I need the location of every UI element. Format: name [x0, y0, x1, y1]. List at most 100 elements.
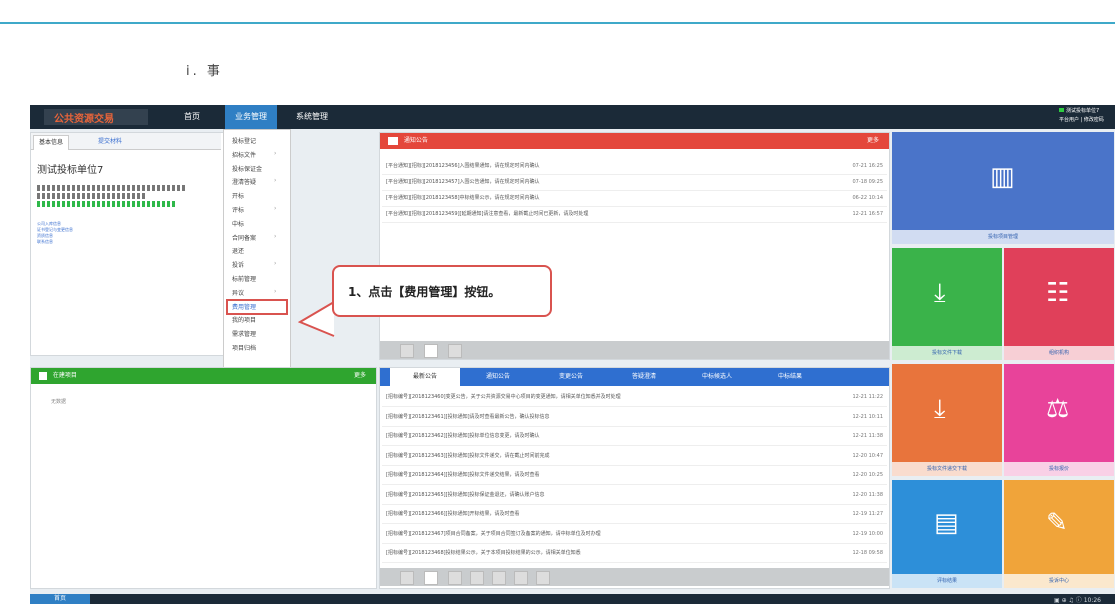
list-icon	[388, 136, 398, 145]
menu-item[interactable]: 开标	[232, 191, 244, 200]
pager-page[interactable]	[424, 571, 438, 585]
notice-row-text[interactable]: [平台通知][招标][2018123457]入围公告通知，请在规定时间内确认	[386, 175, 540, 189]
callout-text: 1、点击【费用管理】按钮。	[348, 285, 501, 299]
company-links[interactable]: 公司入库信息 证书登记与变更信息 资质信息 联系信息	[37, 221, 73, 245]
message-row-time: 12-19 11:27	[852, 511, 883, 517]
chevron-right-icon: ›	[274, 149, 277, 157]
project-title: 在建项目	[52, 372, 77, 379]
company-name: 测试投标单位7	[37, 165, 104, 176]
project-more-link[interactable]: 更多	[354, 368, 366, 384]
notice-header: 通知公告 更多	[380, 133, 889, 149]
message-row-text[interactable]: [招标编号][2018123461][投标通知]请及时查看最新公告，确认投标信息	[386, 410, 550, 424]
menu-item[interactable]: 中标	[232, 219, 244, 228]
pager-page[interactable]	[470, 571, 484, 585]
tab-2[interactable]: 变更公告	[536, 368, 606, 386]
menu-item[interactable]: 异议	[232, 288, 244, 297]
system-tray: ▣ ⊕ ♫ ⓘ 10:26	[1054, 597, 1101, 604]
tab-5[interactable]: 中标结果	[755, 368, 825, 386]
notice-title: 通知公告	[403, 137, 428, 144]
tab-1[interactable]: 通知公告	[463, 368, 533, 386]
chevron-right-icon: ›	[274, 287, 277, 295]
start-button[interactable]: 首页	[30, 594, 90, 604]
tile-label: 评标结果	[892, 574, 1002, 588]
message-row-text[interactable]: [招标编号][2018123468]投标结果公示，关于本项目投标结果的公示，请相…	[386, 546, 581, 560]
tab-materials[interactable]: 提交材料	[75, 135, 145, 149]
message-row-time: 12-20 11:38	[852, 491, 883, 498]
pager-next[interactable]	[448, 344, 462, 358]
notice-row-time: 07-18 09:25	[852, 179, 883, 185]
empty-text: 无数据	[51, 399, 67, 405]
pager-page[interactable]	[492, 571, 506, 585]
message-row-time: 12-21 11:38	[852, 433, 883, 439]
step-title: ⅰ. 事	[186, 64, 223, 79]
message-row-time: 12-21 11:22	[852, 394, 883, 400]
tile-1[interactable]: ⤓ 投标文件下载	[892, 248, 1002, 360]
row-divider	[382, 523, 887, 524]
link-item[interactable]: 联系信息	[37, 239, 73, 245]
download-icon: ⤓	[934, 394, 946, 424]
row-divider	[382, 445, 887, 446]
menu-item[interactable]: 招标文件	[232, 150, 256, 159]
notice-row-text[interactable]: [平台通知][招标][2018123456]入围结果通知，请在规定时间内确认	[386, 159, 540, 173]
menu-item[interactable]: 我的项目	[232, 315, 256, 324]
chevron-right-icon: ›	[274, 205, 277, 212]
chevron-right-icon: ›	[274, 260, 277, 268]
nav-business[interactable]: 业务管理	[225, 105, 277, 129]
download-icon: ⤓	[934, 278, 946, 308]
menu-item[interactable]: 投诉	[232, 260, 244, 269]
pager-prev[interactable]	[400, 571, 414, 585]
tile-4[interactable]: ⚖ 投标报价	[1004, 364, 1114, 476]
pager-prev[interactable]	[400, 344, 414, 358]
tab-basic[interactable]: 基本信息	[33, 135, 69, 150]
notice-row-text[interactable]: [平台通知][招标][2018123459][延期通知]请注意查看，最新截止时间…	[386, 207, 588, 221]
message-row-text[interactable]: [招标编号][2018123467]项目合同备案，关于项目合同签订及备案的通知，…	[386, 527, 601, 541]
menu-item[interactable]: 合同备案	[232, 233, 256, 242]
pager-page[interactable]	[448, 571, 462, 585]
menu-item[interactable]: 需求管理	[232, 329, 256, 338]
menu-item[interactable]: 项目归档	[232, 343, 256, 352]
tile-0[interactable]: ▥ 投标项目管理	[892, 132, 1114, 244]
message-row-text[interactable]: [招标编号][2018123464][投标通知]投标文件递交结果，请及时查看	[386, 468, 540, 482]
menu-item[interactable]: 退还	[232, 246, 244, 255]
notice-row-text[interactable]: [平台通知][招标][2018123458]中标结果公示，请在规定时间内确认	[386, 191, 540, 205]
user-name: 测试投标单位7	[1066, 108, 1100, 114]
org-icon: ☷	[1046, 278, 1070, 308]
menu-item[interactable]: 投标登记	[232, 136, 256, 145]
message-row-time: 12-19 10:00	[852, 530, 883, 537]
notice-pager	[380, 341, 889, 359]
info-line	[37, 185, 187, 191]
message-row-text[interactable]: [招标编号][2018123462][投标通知]投标单位信息变更，请及时确认	[386, 429, 540, 443]
tile-6[interactable]: ✎ 投诉中心	[1004, 480, 1114, 588]
tile-2[interactable]: ☷ 组织机构	[1004, 248, 1114, 360]
menu-item[interactable]: 评标	[232, 205, 244, 214]
edit-icon: ✎	[1046, 508, 1068, 538]
message-row-text[interactable]: [招标编号][2018123460]变更公告，关于公共资源交易中心项目的变更通知…	[386, 390, 621, 404]
menu-item[interactable]: 澄清答疑	[232, 177, 256, 186]
pager-next[interactable]	[536, 571, 550, 585]
message-row-time: 12-20 10:47	[852, 452, 883, 459]
notice-more-link[interactable]: 更多	[867, 133, 879, 149]
message-row-text[interactable]: [招标编号][2018123465][投标通知]投标保证金退还，请确认账户信息	[386, 488, 545, 502]
user-links: 平台用户 | 修改密码	[1059, 117, 1104, 123]
tile-label: 投标文件下载	[892, 346, 1002, 360]
message-row-text[interactable]: [招标编号][2018123463][投标通知]投标文件递交，请在截止时间前完成	[386, 449, 550, 463]
tab-4[interactable]: 中标候选人	[682, 368, 752, 386]
notice-row-time: 07-21 16:25	[852, 163, 883, 169]
menu-item[interactable]: 投标保证金	[232, 164, 262, 173]
tile-3[interactable]: ⤓ 投标文件递交下载	[892, 364, 1002, 476]
menu-item[interactable]: 标前管理	[232, 274, 256, 283]
chevron-right-icon: ›	[274, 232, 277, 240]
logo-text: 公共资源交易	[54, 114, 114, 125]
nav-home[interactable]: 首页	[170, 105, 214, 129]
pager-page[interactable]	[424, 344, 438, 358]
pager-page[interactable]	[514, 571, 528, 585]
tab-3[interactable]: 答疑澄清	[609, 368, 679, 386]
nav-system[interactable]: 系统管理	[286, 105, 338, 129]
message-row-text[interactable]: [招标编号][2018123466][投标通知]开标结果，请及时查看	[386, 507, 520, 521]
user-info[interactable]: 测试投标单位7 平台用户 | 修改密码	[1059, 107, 1109, 127]
row-divider	[382, 464, 887, 466]
row-divider	[382, 222, 887, 223]
tab-0[interactable]: 最新公告	[390, 368, 460, 386]
tile-5[interactable]: ▤ 评标结果	[892, 480, 1002, 588]
tile-label: 投诉中心	[1004, 574, 1114, 588]
